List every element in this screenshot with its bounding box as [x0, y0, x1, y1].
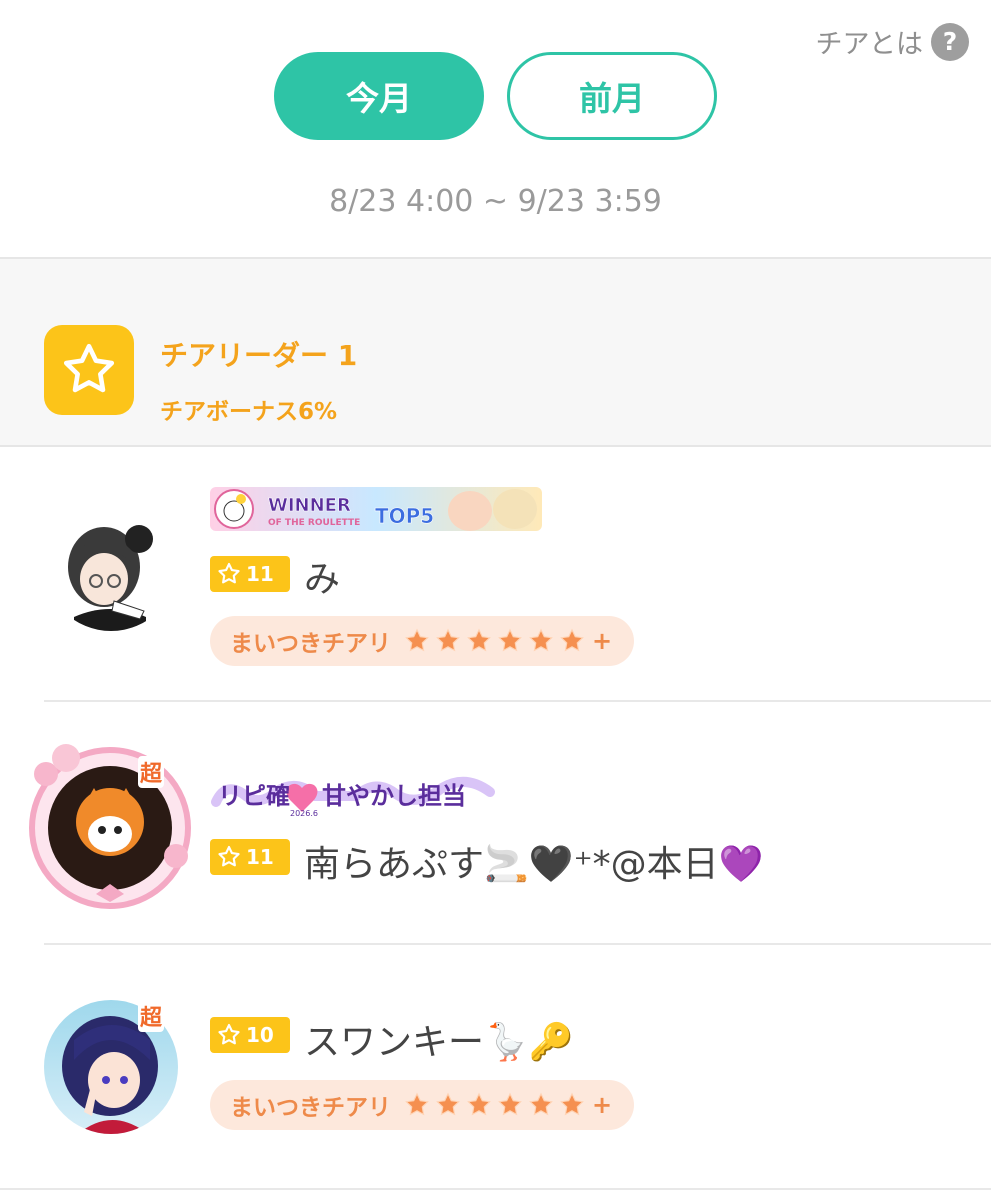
cheer-star-icon	[529, 1092, 553, 1116]
cheer-star-icon	[436, 1092, 460, 1116]
list-item[interactable]: 超 10 スワンキー🪿🔑 まいつきチアリ +	[0, 945, 991, 1190]
cheer-label: まいつきチアリ	[230, 631, 391, 657]
svg-text:リピ確: リピ確	[218, 782, 290, 810]
cheer-stars	[403, 1091, 586, 1119]
level-number: 11	[246, 562, 274, 586]
svg-text:甘やかし担当: 甘やかし担当	[322, 782, 466, 810]
help-link[interactable]: チアとは ?	[816, 22, 969, 61]
roulette-winner-banner: WINNER OF THE ROULETTE TOP5	[210, 487, 542, 531]
cheer-star-icon	[498, 628, 522, 652]
svg-text:OF THE ROULETTE: OF THE ROULETTE	[268, 518, 360, 528]
sweet-spoiler-banner: リピ確 甘やかし担当 2026.6	[210, 772, 502, 818]
level-badge: 11	[210, 556, 290, 592]
cheer-star-icon	[467, 628, 491, 652]
cheer-star-icon	[560, 1092, 584, 1116]
user-name[interactable]: み	[304, 550, 340, 602]
cho-badge: 超	[138, 756, 165, 788]
star-icon	[44, 325, 134, 415]
period-range: 8/23 4:00 ~ 9/23 3:59	[329, 184, 662, 219]
question-icon: ?	[931, 22, 969, 61]
level-number: 11	[246, 845, 274, 869]
level-number: 10	[246, 1023, 274, 1047]
list-item[interactable]: 超 リピ確 甘やかし担当 2026.6 11 南らあぷす🚬🖤⁺*@本日💜	[0, 702, 991, 944]
cheer-star-icon	[498, 1092, 522, 1116]
star-icon	[218, 845, 240, 867]
user-name[interactable]: 南らあぷす🚬🖤⁺*@本日💜	[304, 835, 763, 887]
divider	[0, 1188, 991, 1190]
cheer-leader-panel: チアリーダー 1 チアボーナス6%	[0, 257, 991, 447]
cheer-star-icon	[405, 628, 429, 652]
svg-text:WINNER: WINNER	[268, 495, 351, 516]
cheer-bonus: チアボーナス6%	[160, 399, 338, 425]
cheer-star-icon	[529, 628, 553, 652]
cheer-stars	[403, 627, 586, 655]
cheer-star-icon	[436, 628, 460, 652]
monthly-cheer-badge: まいつきチアリ +	[210, 616, 635, 666]
cheer-star-icon	[467, 1092, 491, 1116]
svg-text:2026.6: 2026.6	[290, 809, 318, 818]
cheer-leader-title: チアリーダー 1	[160, 339, 358, 372]
cheer-plus: +	[592, 1091, 613, 1119]
star-icon	[218, 1023, 240, 1045]
level-badge: 11	[210, 839, 290, 875]
tab-this-month[interactable]: 今月	[274, 52, 484, 140]
avatar[interactable]	[26, 744, 194, 912]
month-tabs: 今月 前月	[274, 52, 717, 140]
level-badge: 10	[210, 1017, 290, 1053]
list-item[interactable]: WINNER OF THE ROULETTE TOP5 11 み まいつきチアリ…	[0, 447, 991, 702]
cheer-plus: +	[592, 627, 613, 655]
tab-last-month[interactable]: 前月	[507, 52, 717, 140]
user-name[interactable]: スワンキー🪿🔑	[304, 1013, 574, 1065]
cho-badge: 超	[138, 1000, 165, 1032]
cheer-label: まいつきチアリ	[230, 1095, 391, 1121]
star-icon	[218, 562, 240, 584]
cheer-star-icon	[405, 1092, 429, 1116]
cheer-star-icon	[560, 628, 584, 652]
avatar[interactable]	[44, 497, 178, 631]
monthly-cheer-badge: まいつきチアリ +	[210, 1080, 635, 1130]
help-label: チアとは	[815, 29, 923, 60]
svg-text:TOP5: TOP5	[375, 504, 434, 528]
